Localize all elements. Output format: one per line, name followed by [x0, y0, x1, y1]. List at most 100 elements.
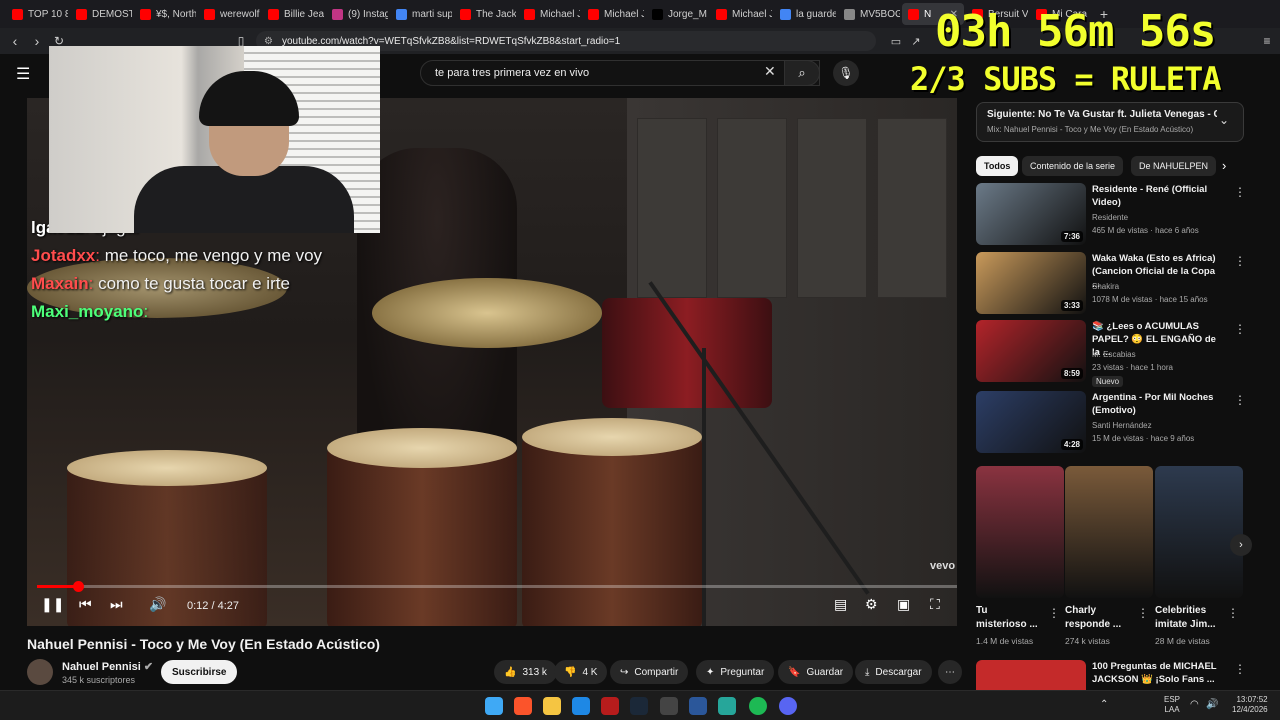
volume-tray-icon[interactable]: 🔊 — [1206, 700, 1218, 710]
volume-icon[interactable]: 🔊 — [149, 596, 166, 613]
discord-icon[interactable] — [779, 697, 797, 715]
recommendation-thumbnail[interactable]: 7:36 — [976, 183, 1086, 245]
filter-chip[interactable]: De NAHUELPEN — [1131, 156, 1217, 176]
voice-search-button[interactable]: 🎙 — [833, 60, 859, 86]
windows-start-icon[interactable] — [485, 697, 503, 715]
more-actions-button[interactable]: ⋯ — [938, 660, 962, 684]
search-input[interactable]: te para tres primera vez en vivo — [420, 60, 820, 86]
subtitles-icon[interactable]: ▤ — [834, 596, 847, 613]
browser-tab[interactable]: The Jacks — [454, 3, 516, 25]
recommendation-item[interactable]: 7:36 Residente - René (Official Video) Res… — [976, 183, 1266, 247]
short-title[interactable]: Celebrities imitate Jim... — [1155, 604, 1219, 632]
browser-tab[interactable]: Michael J — [582, 3, 644, 25]
download-button[interactable]: ⤓ Descargar — [855, 660, 932, 684]
brave-browser-icon[interactable] — [514, 697, 532, 715]
filter-chip[interactable]: Contenido de la serie — [1022, 156, 1124, 176]
cast-icon[interactable]: ▭ — [885, 35, 907, 48]
forward-icon[interactable]: › — [26, 33, 48, 49]
ask-button[interactable]: ✦ Preguntar — [696, 660, 775, 684]
notepad-icon[interactable] — [718, 697, 736, 715]
browser-tab[interactable]: werewolf — [198, 3, 260, 25]
browser-tab[interactable]: (9) Instag — [326, 3, 388, 25]
obs-icon[interactable] — [660, 697, 678, 715]
recommendation-item[interactable]: 100 Preguntas de MICHAEL JACKSON 👑 ¡Solo… — [976, 660, 1266, 690]
tab-favicon-icon — [780, 8, 791, 20]
short-thumbnail[interactable] — [976, 466, 1064, 598]
more-options-icon[interactable]: ⋮ — [1234, 185, 1246, 199]
browser-tab[interactable]: Michael J — [518, 3, 580, 25]
browser-tab[interactable]: Michael J — [710, 3, 772, 25]
share-button[interactable]: ↪ Compartir — [610, 660, 689, 684]
browser-tab[interactable]: la guarde — [774, 3, 836, 25]
file-explorer-icon[interactable] — [543, 697, 561, 715]
filter-chip[interactable]: Todos — [976, 156, 1019, 176]
short-views: 1.4 M de vistas — [976, 636, 1034, 646]
spotify-icon[interactable] — [749, 697, 767, 715]
chips-next-icon[interactable]: › — [1222, 158, 1226, 173]
dislike-button[interactable]: 👎 4 K — [554, 660, 608, 684]
browser-menu-icon[interactable]: ≡ — [1256, 34, 1278, 48]
short-thumbnail[interactable] — [1155, 466, 1243, 598]
site-info-icon[interactable]: ⚙ — [264, 36, 273, 47]
like-button[interactable]: 👍 313 k — [494, 660, 557, 684]
recommendation-thumbnail[interactable]: 4:28 — [976, 391, 1086, 453]
tab-title: MV5BOG — [860, 8, 900, 20]
chevron-down-icon[interactable]: ⌄ — [1219, 113, 1229, 127]
settings-icon[interactable]: ⚙ — [865, 596, 878, 613]
more-options-icon[interactable]: ⋮ — [1048, 606, 1060, 620]
tray-chevron-icon[interactable]: ⌃ — [1100, 700, 1108, 710]
channel-name[interactable]: Nahuel Pennisi ✔ — [62, 660, 153, 673]
browser-tab[interactable]: Jorge_M — [646, 3, 708, 25]
recommendation-item[interactable]: 4:28 Argentina - Por Mil Noches (Emotivo)… — [976, 391, 1266, 455]
steam-icon[interactable] — [630, 697, 648, 715]
channel-name-text: Nahuel Pennisi — [62, 661, 141, 673]
up-next-box[interactable]: Siguiente: No Te Va Gustar ft. Julieta V… — [976, 102, 1244, 142]
subscribe-button[interactable]: Suscribirse — [161, 660, 238, 684]
short-thumbnail[interactable] — [1065, 466, 1153, 598]
next-icon[interactable]: ⏭ — [110, 596, 123, 613]
tab-favicon-icon — [908, 8, 919, 20]
recommendation-item[interactable]: 8:59 📚 ¿Lees o ACUMULAS PAPEL? 😳 EL ENGAÑ… — [976, 320, 1266, 387]
short-title[interactable]: Tu misterioso ... — [976, 604, 1040, 632]
more-options-icon[interactable]: ⋮ — [1227, 606, 1239, 620]
recommendation-thumbnail[interactable]: 3:33 — [976, 252, 1086, 314]
app-icon[interactable] — [601, 697, 619, 715]
browser-tab[interactable]: marti sup — [390, 3, 452, 25]
browser-tab[interactable]: TOP 10 8 — [6, 3, 68, 25]
short-title[interactable]: Charly responde ... — [1065, 604, 1129, 632]
miniplayer-icon[interactable]: ▣ — [897, 596, 910, 613]
browser-tab[interactable]: Billie Jea — [262, 3, 324, 25]
fullscreen-icon[interactable]: ⛶ — [930, 596, 940, 613]
progress-bar[interactable] — [37, 581, 957, 592]
recommendation-thumbnail[interactable]: 8:59 — [976, 320, 1086, 382]
clear-search-icon[interactable]: ✕ — [764, 63, 776, 80]
system-clock[interactable]: 13:07:52 12/4/2026 — [1232, 695, 1268, 715]
hamburger-menu-icon[interactable]: ☰ — [16, 64, 30, 84]
more-options-icon[interactable]: ⋮ — [1234, 662, 1246, 676]
url-text: youtube.com/watch?v=WETqSfvkZB8&list=RDW… — [282, 35, 621, 47]
back-icon[interactable]: ‹ — [4, 33, 26, 49]
more-options-icon[interactable]: ⋮ — [1234, 322, 1246, 336]
pause-icon[interactable]: ❚❚ — [41, 596, 64, 613]
browser-tab[interactable]: DEMOST — [70, 3, 132, 25]
recommendation-item[interactable]: 3:33 Waka Waka (Esto es Africa) (Cancion … — [976, 252, 1266, 316]
browser-tab[interactable]: MV5BOG — [838, 3, 900, 25]
more-options-icon[interactable]: ⋮ — [1234, 393, 1246, 407]
channel-avatar[interactable] — [27, 659, 53, 685]
edge-icon[interactable] — [572, 697, 590, 715]
recommendation-thumbnail[interactable] — [976, 660, 1086, 690]
search-button[interactable]: ⌕ — [784, 60, 820, 86]
browser-tab[interactable]: ¥$, North — [134, 3, 196, 25]
shorts-next-button[interactable]: › — [1230, 534, 1252, 556]
progress-scrubber[interactable] — [73, 581, 84, 592]
previous-icon[interactable]: ⏮ — [79, 596, 92, 613]
share-icon[interactable]: ↗ — [905, 35, 927, 48]
more-options-icon[interactable]: ⋮ — [1137, 606, 1149, 620]
save-button[interactable]: 🔖 Guardar — [778, 660, 854, 684]
wifi-icon[interactable]: ◠ — [1190, 700, 1199, 710]
tab-title: (9) Instag — [348, 8, 388, 20]
language-code: ESP — [1164, 695, 1181, 704]
more-options-icon[interactable]: ⋮ — [1234, 254, 1246, 268]
app-icon[interactable] — [689, 697, 707, 715]
language-indicator[interactable]: ESP LAA — [1164, 695, 1180, 715]
